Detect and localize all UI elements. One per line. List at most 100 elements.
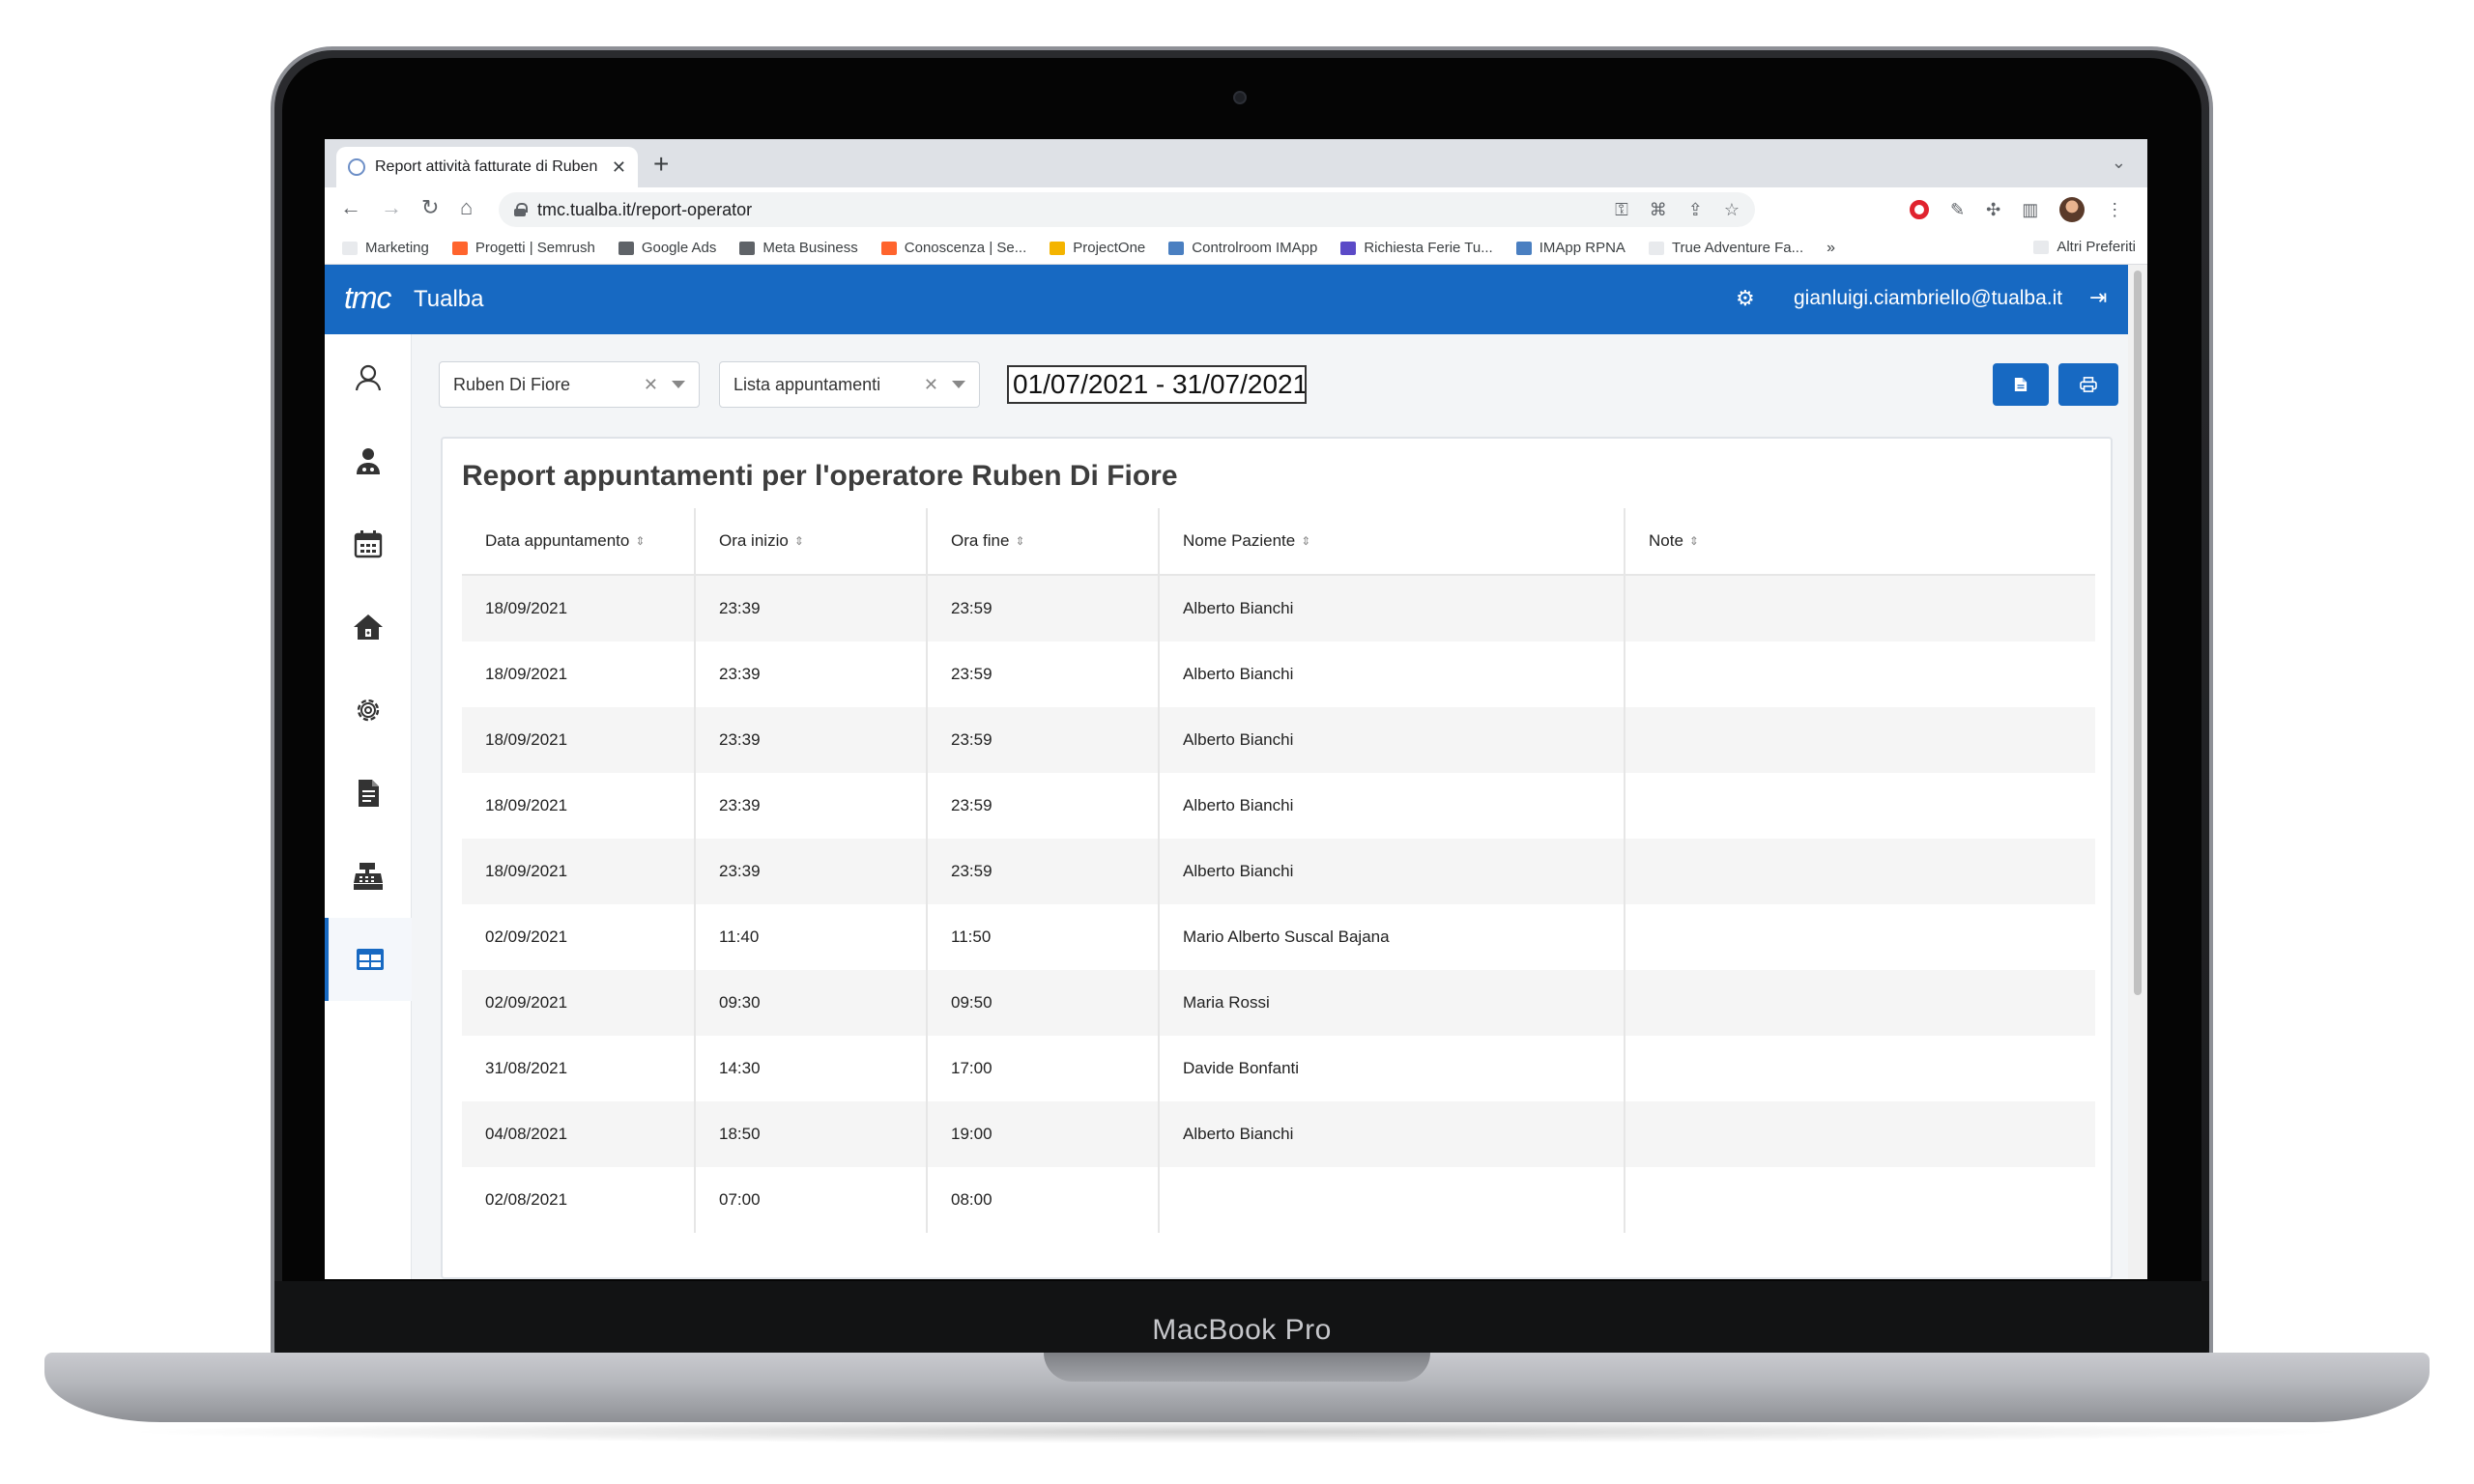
chevron-down-icon[interactable] xyxy=(672,381,685,388)
app-logo[interactable]: tmc xyxy=(344,280,392,316)
column-header-label: Note xyxy=(1649,531,1683,550)
operator-select[interactable]: Ruben Di Fiore ✕ xyxy=(439,361,700,408)
webcam xyxy=(1233,91,1247,104)
bookmark-item[interactable]: Progetti | Semrush xyxy=(451,240,595,256)
table-cell: 23:59 xyxy=(926,576,1158,642)
table-cell: 18/09/2021 xyxy=(485,730,568,749)
sidebar-item-operators[interactable] xyxy=(325,419,412,502)
table-row[interactable]: 18/09/2021 23:39 23:59 Alberto Bianchi xyxy=(462,642,2095,707)
date-range-input[interactable]: 01/07/2021 - 31/07/2021 xyxy=(1007,365,1307,404)
table-row[interactable]: 02/09/2021 09:30 09:50 Maria Rossi xyxy=(462,970,2095,1036)
menu-kebab-icon[interactable]: ⋮ xyxy=(2106,200,2123,220)
table-cell: Maria Rossi xyxy=(1158,970,1624,1036)
sidebar-item-reports[interactable] xyxy=(325,918,412,1001)
table-icon xyxy=(357,949,384,970)
user-email[interactable]: gianluigi.ciambriello@tualba.it xyxy=(1794,287,2062,310)
table-cell: 08:00 xyxy=(926,1167,1158,1233)
tab-close-icon[interactable]: ✕ xyxy=(612,157,626,178)
tab-favicon-icon xyxy=(348,158,365,176)
bookmark-item[interactable]: Meta Business xyxy=(739,240,858,256)
table-row[interactable]: 31/08/2021 14:30 17:00 Davide Bonfanti xyxy=(462,1036,2095,1101)
table-row[interactable]: 18/09/2021 23:39 23:59 Alberto Bianchi xyxy=(462,576,2095,642)
bookmark-item[interactable]: Marketing xyxy=(342,240,429,256)
table-cell: 18/09/2021 xyxy=(485,665,568,683)
translate-icon[interactable]: ⌘ xyxy=(1650,200,1667,220)
bookmark-item[interactable]: Conoscenza | Se... xyxy=(880,240,1026,256)
table-cell: Alberto Bianchi xyxy=(1158,1101,1624,1167)
bookmark-favicon-icon xyxy=(1050,241,1066,255)
table-header: Data appuntamento ⇕ Ora inizio ⇕ Ora fine ⇕ No… xyxy=(462,508,2095,576)
column-header[interactable]: Note ⇕ xyxy=(1624,508,2095,574)
bookmark-item[interactable]: IMApp RPNA xyxy=(1515,240,1625,256)
chevron-down-icon[interactable] xyxy=(952,381,965,388)
sidebar-item-users[interactable] xyxy=(325,336,412,419)
bookmark-item[interactable]: ProjectOne xyxy=(1050,240,1145,256)
sort-icon[interactable]: ⇕ xyxy=(635,534,645,548)
clear-report-type-icon[interactable]: ✕ xyxy=(924,375,938,395)
sidebar-item-documents[interactable] xyxy=(325,752,412,835)
new-tab-icon[interactable]: + xyxy=(653,149,669,180)
table-cell: Alberto Bianchi xyxy=(1158,839,1624,904)
print-button[interactable] xyxy=(2058,363,2118,406)
sort-icon[interactable]: ⇕ xyxy=(794,534,804,548)
sidepanel-icon[interactable]: ▥ xyxy=(2022,200,2038,220)
opera-extension-icon[interactable] xyxy=(1910,200,1929,219)
reload-icon[interactable]: ↻ xyxy=(421,195,439,220)
column-header-label: Ora fine xyxy=(951,531,1010,550)
profile-avatar[interactable] xyxy=(2059,197,2086,222)
bookmark-item[interactable]: Controlroom IMApp xyxy=(1168,240,1317,256)
other-bookmarks-label: Altri Preferiti xyxy=(2057,239,2136,255)
document-icon xyxy=(359,780,379,807)
export-document-button[interactable] xyxy=(1993,363,2049,406)
table-row[interactable]: 18/09/2021 23:39 23:59 Alberto Bianchi xyxy=(462,707,2095,773)
settings-gear-icon[interactable]: ⚙ xyxy=(1736,286,1755,311)
table-row[interactable]: 18/09/2021 23:39 23:59 Alberto Bianchi xyxy=(462,773,2095,839)
puzzle-icon[interactable]: ✣ xyxy=(1986,200,2000,220)
clear-operator-icon[interactable]: ✕ xyxy=(644,375,658,395)
sort-icon[interactable]: ⇕ xyxy=(1301,534,1310,548)
address-bar[interactable]: tmc.tualba.it/report-operator ⚿ ⌘ ⇪ ☆ xyxy=(499,192,1755,227)
sidebar-item-calendar[interactable] xyxy=(325,502,412,585)
browser-tab[interactable]: Report attività fatturate di Ruben Di Fi… xyxy=(336,147,638,187)
table-row[interactable]: 02/09/2021 11:40 11:50 Mario Alberto Suscal… xyxy=(462,904,2095,970)
table-cell: 23:39 xyxy=(694,707,926,773)
extension-icon[interactable]: ✎ xyxy=(1950,200,1965,220)
tab-search-chevron-icon[interactable]: ⌄ xyxy=(2112,153,2126,173)
table-row[interactable]: 04/08/2021 18:50 19:00 Alberto Bianchi xyxy=(462,1101,2095,1167)
table-row[interactable]: 02/08/2021 07:00 08:00 xyxy=(462,1167,2095,1233)
bookmarks-overflow-icon[interactable]: » xyxy=(1827,240,1835,257)
sidebar-item-cash-register[interactable] xyxy=(325,835,412,918)
home-icon[interactable]: ⌂ xyxy=(460,195,473,220)
sidebar-item-settings[interactable] xyxy=(325,669,412,752)
share-icon[interactable]: ⇪ xyxy=(1688,200,1703,220)
bookmark-label: Progetti | Semrush xyxy=(475,240,595,256)
table-row[interactable]: 18/09/2021 23:39 23:59 Alberto Bianchi xyxy=(462,839,2095,904)
file-icon xyxy=(2014,378,2028,391)
key-icon[interactable]: ⚿ xyxy=(1615,200,1628,220)
scrollbar-thumb[interactable] xyxy=(2134,271,2142,995)
table-cell: 18:50 xyxy=(694,1101,926,1167)
sort-icon[interactable]: ⇕ xyxy=(1015,534,1024,548)
bookmark-item[interactable]: Richiesta Ferie Tu... xyxy=(1340,240,1493,256)
bookmark-item[interactable]: True Adventure Fa... xyxy=(1648,240,1803,256)
bookmark-item[interactable]: Google Ads xyxy=(618,240,716,256)
calendar-icon xyxy=(354,530,383,558)
back-icon[interactable]: ← xyxy=(340,195,361,220)
forward-icon[interactable]: → xyxy=(381,195,402,220)
report-type-select[interactable]: Lista appuntamenti ✕ xyxy=(719,361,980,408)
url-text[interactable]: tmc.tualba.it/report-operator xyxy=(537,200,1603,220)
column-header[interactable]: Nome Paziente ⇕ xyxy=(1158,508,1624,574)
other-bookmarks[interactable]: Altri Preferiti xyxy=(2033,239,2136,255)
table-cell: 09:50 xyxy=(926,970,1158,1036)
column-header[interactable]: Ora inizio ⇕ xyxy=(694,508,926,574)
logout-icon[interactable]: ⇥ xyxy=(2089,285,2107,310)
sidebar-item-home[interactable] xyxy=(325,585,412,669)
column-header[interactable]: Data appuntamento ⇕ xyxy=(462,508,694,574)
table-cell: 31/08/2021 xyxy=(485,1059,568,1077)
star-icon[interactable]: ☆ xyxy=(1724,200,1740,220)
folder-icon xyxy=(2033,240,2050,254)
page-scrollbar[interactable] xyxy=(2128,265,2147,1279)
sort-icon[interactable]: ⇕ xyxy=(1689,534,1699,548)
column-header[interactable]: Ora fine ⇕ xyxy=(926,508,1158,574)
bookmark-label: Controlroom IMApp xyxy=(1192,240,1318,256)
